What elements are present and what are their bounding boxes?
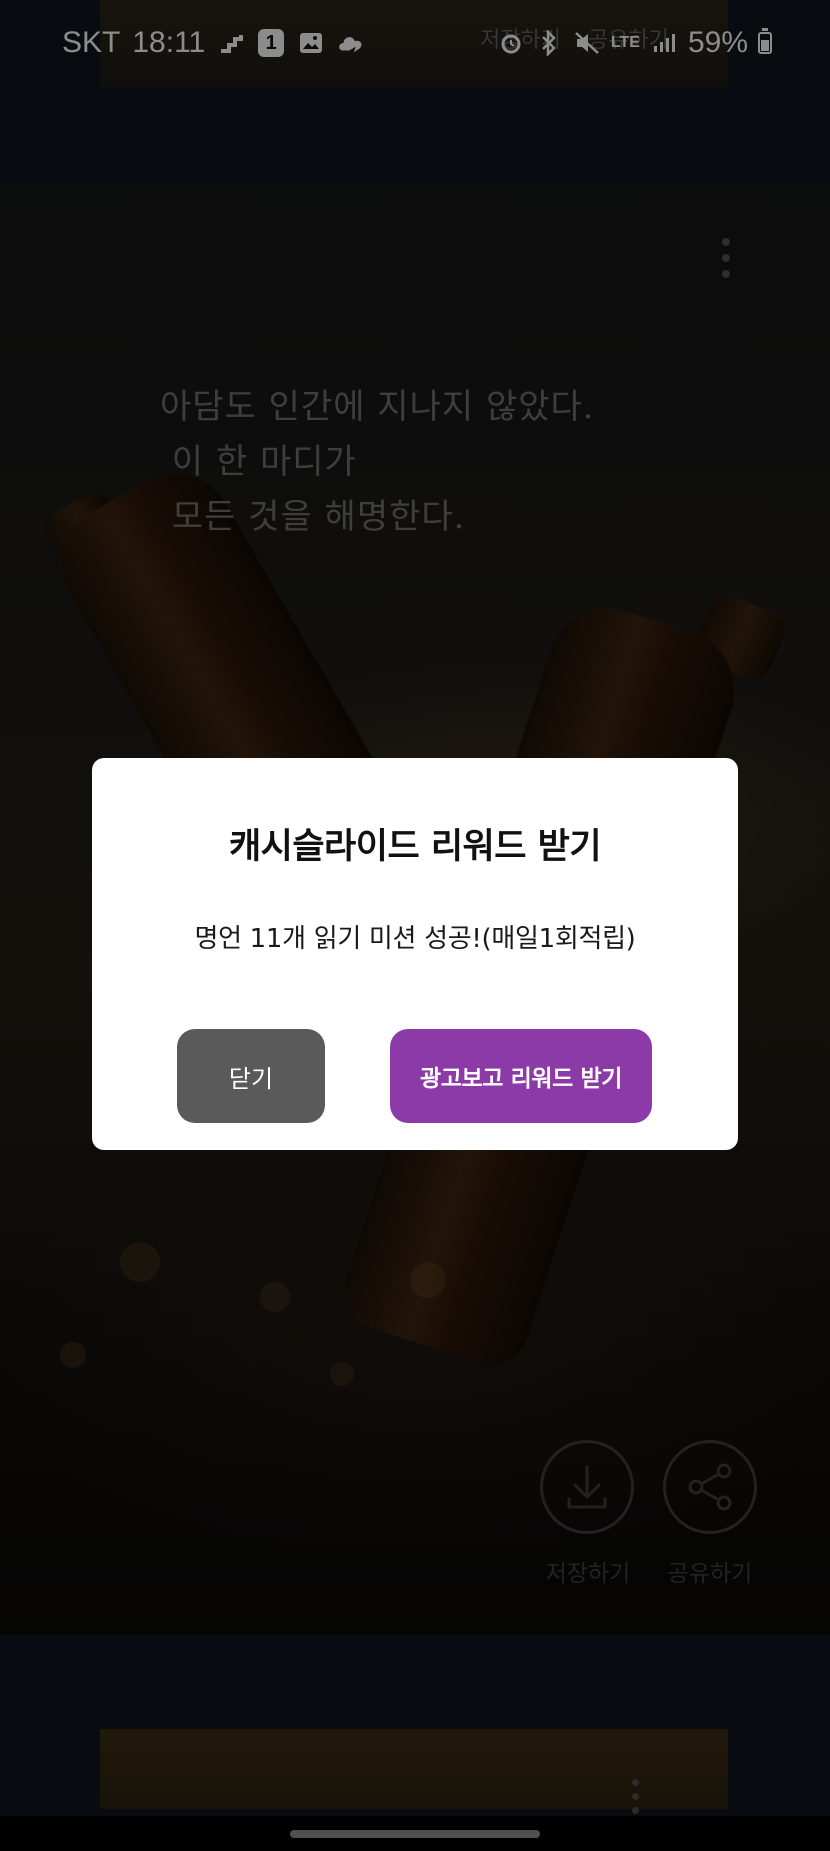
close-button[interactable]: 닫기 [177, 1029, 325, 1123]
dialog-message: 명언 11개 읽기 미션 성공!(매일1회적립) [194, 924, 636, 954]
watch-ad-reward-button[interactable]: 광고보고 리워드 받기 [390, 1029, 652, 1123]
reward-dialog: 캐시슬라이드 리워드 받기 명언 11개 읽기 미션 성공!(매일1회적립) 닫… [92, 758, 738, 1150]
dialog-title: 캐시슬라이드 리워드 받기 [228, 827, 602, 867]
